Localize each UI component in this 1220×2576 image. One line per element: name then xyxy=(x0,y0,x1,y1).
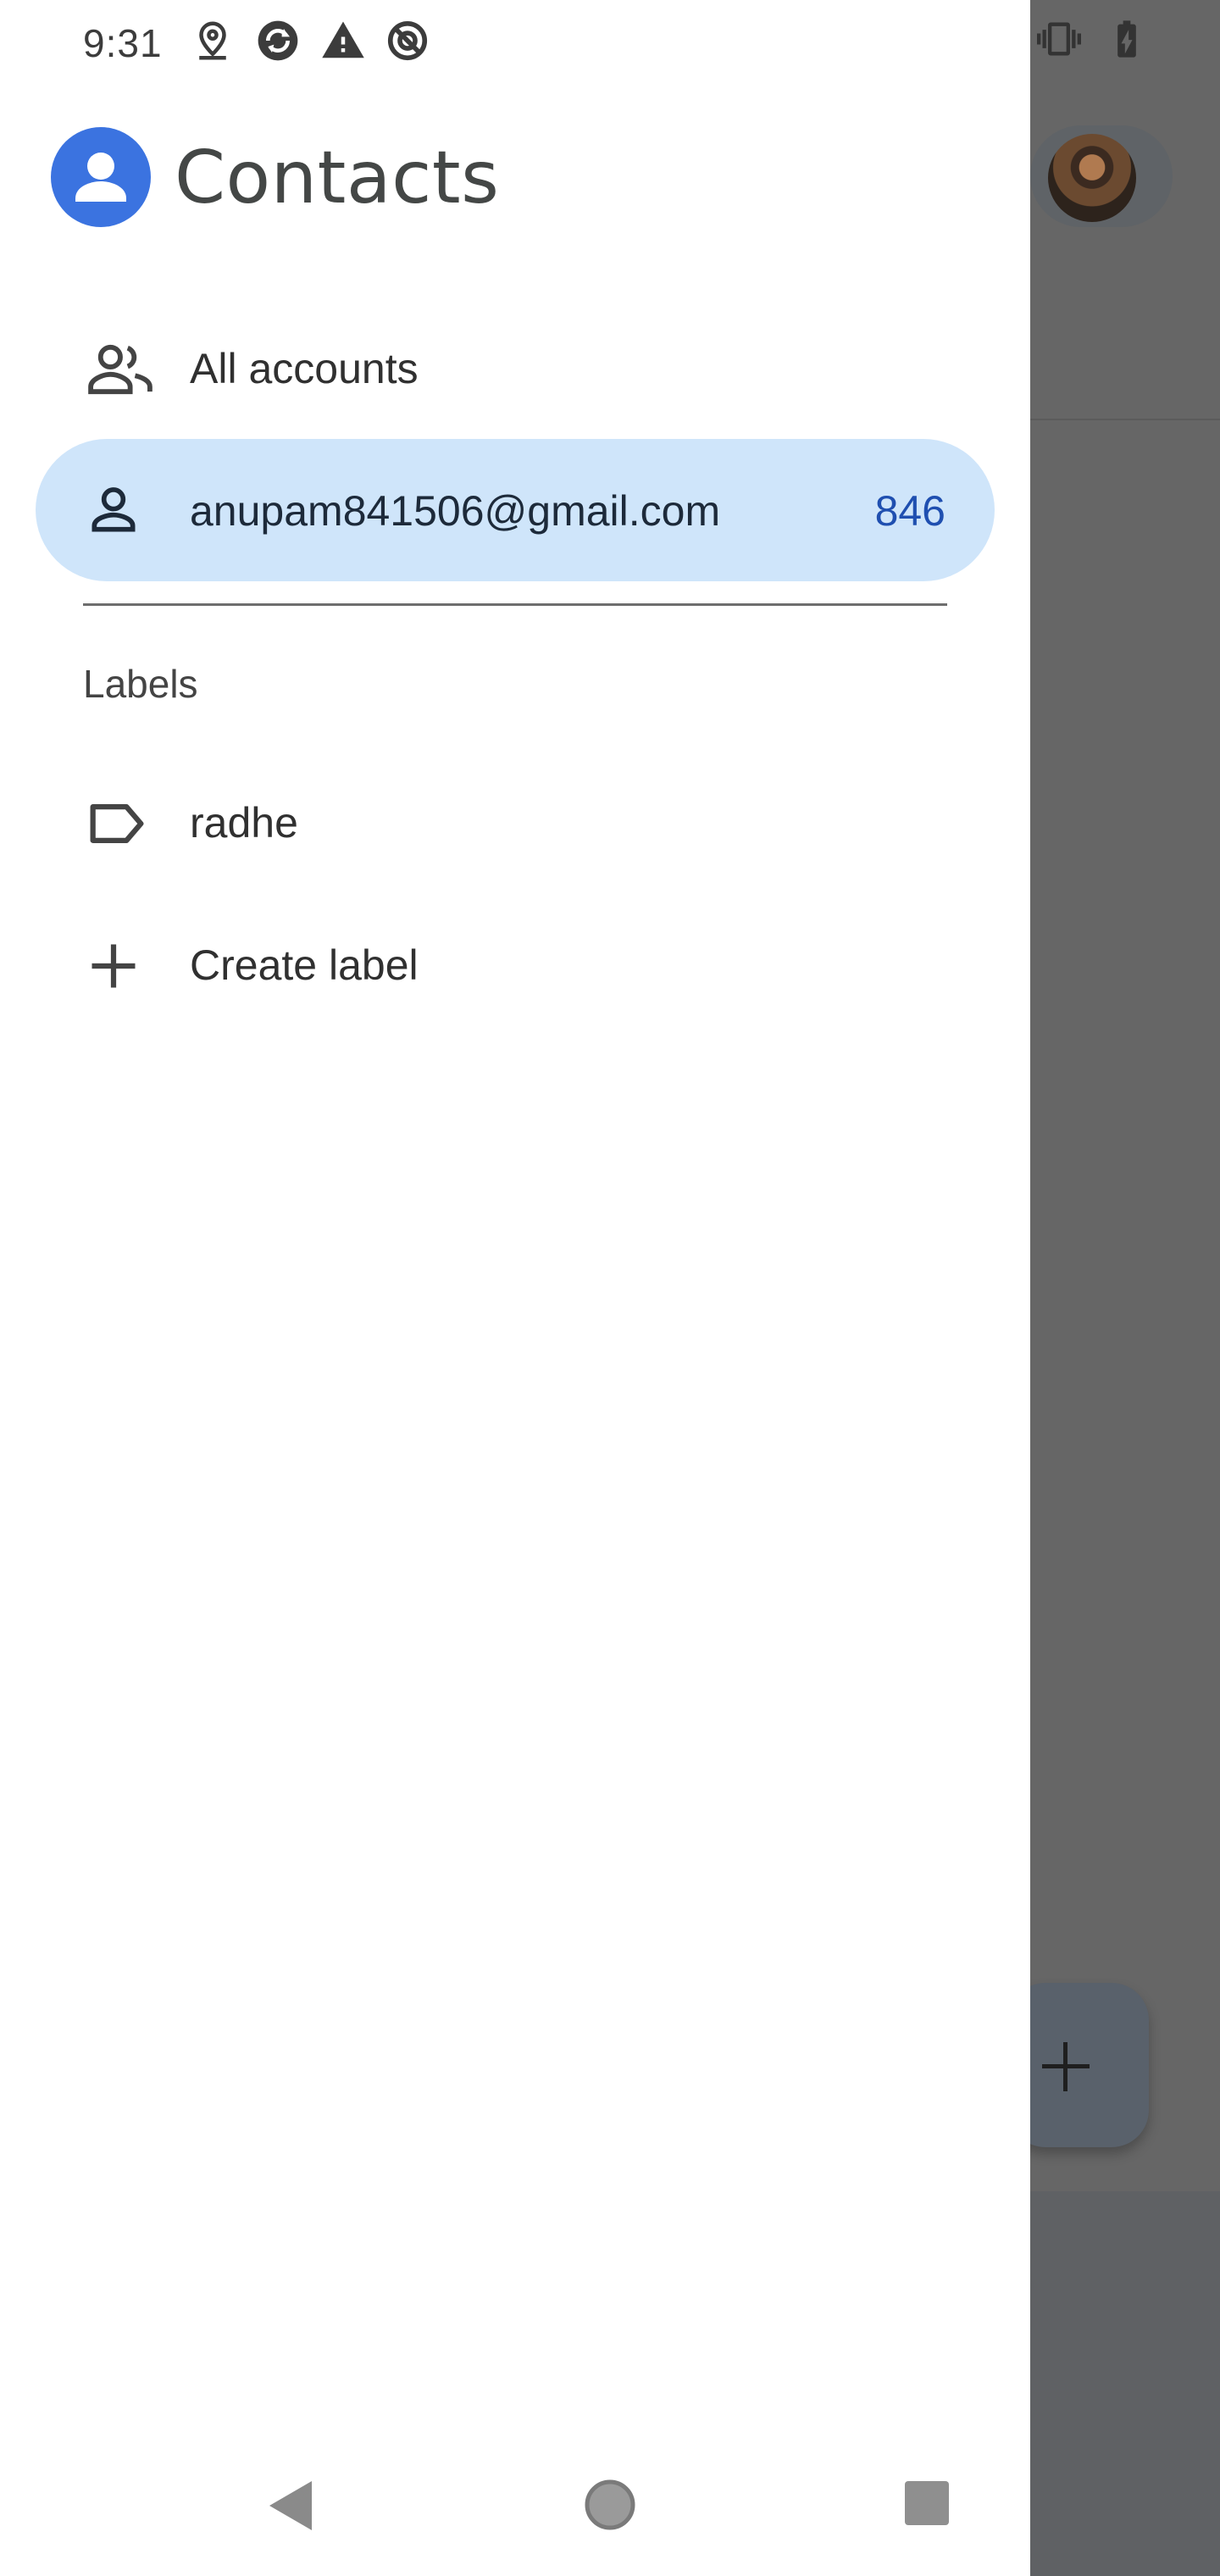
status-time: 9:31 xyxy=(83,21,163,65)
recents-icon[interactable] xyxy=(903,2479,951,2531)
status-left-icons xyxy=(190,17,430,69)
create-label-text: Create label xyxy=(190,941,419,989)
status-right-icons xyxy=(1037,17,1149,65)
navigation-drawer: 9:31 Contacts All accounts anupam841506@… xyxy=(0,0,1030,2576)
all-accounts-label: All accounts xyxy=(190,345,419,392)
background-bottom-area xyxy=(1030,2191,1220,2576)
section-divider xyxy=(83,603,947,606)
warning-icon xyxy=(320,18,366,68)
label-icon xyxy=(85,795,149,857)
data-saver-icon xyxy=(385,18,430,68)
profile-avatar xyxy=(1048,134,1136,222)
person-icon xyxy=(85,481,142,543)
label-item-text: radhe xyxy=(190,799,298,847)
background-divider xyxy=(1030,419,1220,420)
sync-icon xyxy=(254,17,302,69)
battery-charging-icon xyxy=(1105,17,1149,65)
contact-count: 846 xyxy=(874,487,946,535)
app-title: Contacts xyxy=(175,136,500,220)
back-icon[interactable] xyxy=(264,2476,315,2540)
home-icon[interactable] xyxy=(581,2476,639,2538)
account-email: anupam841506@gmail.com xyxy=(190,487,721,535)
contacts-logo-icon xyxy=(51,127,151,227)
label-item-radhe[interactable]: radhe xyxy=(36,752,995,895)
people-icon xyxy=(85,342,156,401)
all-accounts-item[interactable]: All accounts xyxy=(36,298,995,441)
plus-icon xyxy=(85,937,142,999)
labels-header: Labels xyxy=(83,662,198,706)
vibrate-icon xyxy=(1037,17,1081,65)
account-item-selected[interactable]: anupam841506@gmail.com 846 xyxy=(36,439,995,581)
create-label-item[interactable]: Create label xyxy=(36,895,995,1037)
location-icon xyxy=(190,18,236,68)
system-navigation-bar xyxy=(0,2440,1030,2576)
